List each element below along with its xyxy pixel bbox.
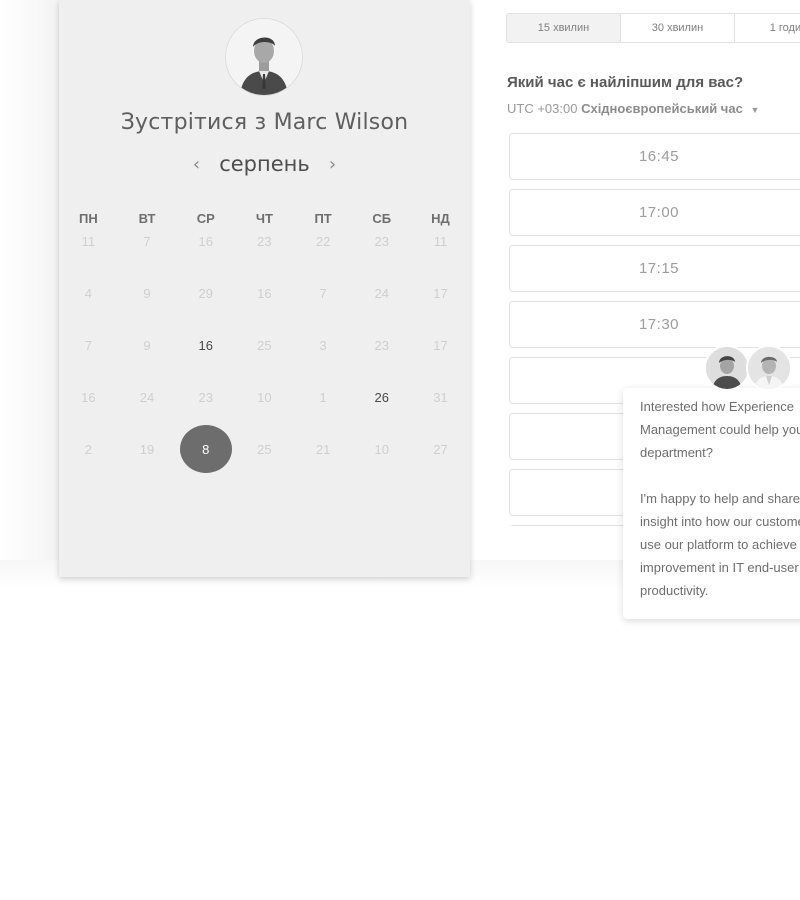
previous-month-icon[interactable]: ‹ xyxy=(185,154,208,175)
calendar-day: 10 xyxy=(374,442,390,457)
chat-agent-avatar xyxy=(704,345,750,391)
calendar-day: 22 xyxy=(315,234,331,249)
calendar-day: 7 xyxy=(84,338,92,353)
calendar-day: 11 xyxy=(433,234,448,249)
calendar-day: 10 xyxy=(257,390,272,405)
calendar-day: 23 xyxy=(257,234,272,249)
calendar-day: 11 xyxy=(81,234,96,249)
chat-agents xyxy=(704,345,794,391)
chat-message-intro: Interested how Experience Management cou… xyxy=(640,399,800,460)
calendar-day: 23 xyxy=(374,234,390,249)
weekday-label: СР xyxy=(196,211,215,226)
month-label: серпень xyxy=(219,152,310,176)
calendar-day: 9 xyxy=(143,338,151,353)
calendar-day: 4 xyxy=(84,286,92,301)
calendar-day: 25 xyxy=(257,338,272,353)
calendar-week: 7 9 16 25 3 23 17 xyxy=(59,336,470,356)
duration-tabs: 15 хвилин 30 хвилин 1 година xyxy=(506,13,800,43)
duration-tab-15[interactable]: 15 хвилин xyxy=(507,14,621,42)
weekday-label: СБ xyxy=(372,211,392,226)
calendar-day: 21 xyxy=(315,442,331,457)
calendar-week: 16 24 23 10 1 26 31 xyxy=(59,388,470,408)
chat-agent-avatar xyxy=(746,345,792,391)
calendar-day: 3 xyxy=(319,338,327,353)
duration-tab-30[interactable]: 30 хвилин xyxy=(621,14,735,42)
calendar-day: 24 xyxy=(139,390,155,405)
calendar-day: 16 xyxy=(257,286,272,301)
weekday-label: ПН xyxy=(78,211,98,226)
time-slot[interactable]: 16:45 xyxy=(509,133,800,180)
calendar-card: Зустрітися з Marc Wilson ‹ серпень › ПН … xyxy=(59,0,470,577)
calendar-day: 7 xyxy=(143,234,151,249)
time-slot[interactable]: 17:15 xyxy=(509,245,800,292)
calendar-week: 4 9 29 16 7 24 17 xyxy=(59,284,470,304)
calendar-day: 9 xyxy=(143,286,151,301)
calendar-day: 23 xyxy=(198,390,213,405)
page-background xyxy=(0,0,60,578)
calendar-day: 1 xyxy=(319,390,327,405)
calendar-day: 19 xyxy=(139,442,155,457)
chat-popup[interactable]: Interested how Experience Management cou… xyxy=(623,388,800,619)
calendar-day: 27 xyxy=(433,442,448,457)
weekday-label: ВТ xyxy=(138,211,156,226)
calendar-week: 2 19 8 25 21 10 27 xyxy=(59,425,470,473)
calendar-week: 11 7 16 23 22 23 11 xyxy=(59,232,470,252)
host-avatar xyxy=(226,19,302,95)
time-slot[interactable]: 17:30 xyxy=(509,301,800,348)
next-month-icon[interactable]: › xyxy=(321,154,344,175)
calendar-day: 2 xyxy=(84,442,92,457)
duration-tab-60[interactable]: 1 година xyxy=(735,14,800,42)
calendar-day: 16 xyxy=(198,234,213,249)
chat-message-offer: I'm happy to help and share insight into… xyxy=(640,491,800,598)
calendar-day: 16 xyxy=(81,390,96,405)
calendar-day-selected[interactable]: 8 xyxy=(176,425,235,473)
calendar-day: 23 xyxy=(374,338,390,353)
timezone-offset: UTC +03:00 xyxy=(507,101,578,116)
calendar-day: 29 xyxy=(198,286,213,301)
weekday-header: ПН ВТ СР ЧТ ПТ СБ НД xyxy=(59,211,470,226)
weekday-label: ЧТ xyxy=(255,211,273,226)
calendar-day: 17 xyxy=(433,338,448,353)
time-slot[interactable]: 17:00 xyxy=(509,189,800,236)
calendar-day: 31 xyxy=(433,390,448,405)
time-question-heading: Який час є найліпшим для вас? xyxy=(507,74,744,91)
selected-day-number: 8 xyxy=(202,442,210,457)
meeting-title: Зустрітися з Marc Wilson xyxy=(120,110,409,135)
calendar-day: 7 xyxy=(319,286,327,301)
weekday-label: ПТ xyxy=(314,211,332,226)
month-navigator: ‹ серпень › xyxy=(59,152,470,176)
timezone-name: Східноєвропейський час xyxy=(581,101,743,116)
caret-down-icon: ▼ xyxy=(750,105,760,115)
timezone-selector[interactable]: UTC +03:00 Східноєвропейський час ▼ xyxy=(507,101,759,116)
calendar-day: 17 xyxy=(433,286,448,301)
calendar-day: 25 xyxy=(257,442,272,457)
calendar-day-available[interactable]: 16 xyxy=(176,336,235,356)
weekday-label: НД xyxy=(431,211,450,226)
calendar-day-available[interactable]: 26 xyxy=(352,388,411,408)
calendar-day: 24 xyxy=(374,286,390,301)
